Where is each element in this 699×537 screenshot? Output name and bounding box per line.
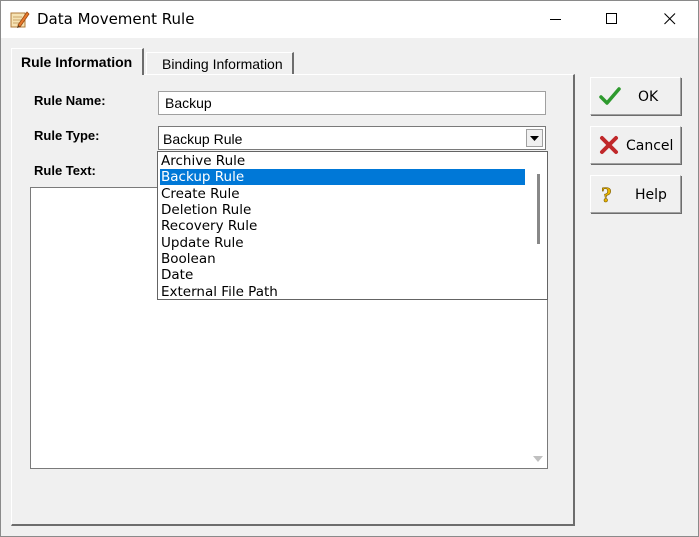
- dropdown-option-deletion-rule[interactable]: Deletion Rule: [160, 202, 525, 218]
- cancel-button-label: Cancel: [626, 138, 674, 154]
- maximize-icon: [606, 13, 617, 24]
- dropdown-option-archive-rule[interactable]: Archive Rule: [160, 153, 525, 169]
- question-mark-icon: ?: [599, 182, 617, 209]
- dropdown-option-update-rule[interactable]: Update Rule: [160, 235, 525, 251]
- cancel-button[interactable]: Cancel: [590, 126, 681, 164]
- rule-type-label: Rule Type:: [34, 128, 100, 143]
- dropdown-option-create-rule[interactable]: Create Rule: [160, 186, 525, 202]
- ok-button-label: OK: [638, 89, 659, 105]
- rule-name-input[interactable]: Backup: [158, 91, 546, 115]
- red-x-icon: [599, 135, 619, 158]
- chevron-down-icon: [530, 136, 539, 141]
- help-button-label: Help: [635, 187, 667, 203]
- title-bar: Data Movement Rule: [1, 1, 698, 38]
- pencil-notepad-icon: [10, 9, 30, 29]
- dropdown-option-boolean[interactable]: Boolean: [160, 251, 525, 267]
- rule-type-value: Backup Rule: [163, 131, 243, 147]
- rule-name-label: Rule Name:: [34, 93, 106, 108]
- minimize-button[interactable]: [533, 1, 579, 38]
- scroll-down-arrow-icon: [533, 456, 543, 462]
- dropdown-option-backup-rule[interactable]: Backup Rule: [160, 169, 525, 185]
- tab-rule-information[interactable]: Rule Information: [11, 48, 144, 75]
- minimize-icon: [550, 19, 561, 20]
- close-icon: [664, 13, 676, 25]
- window-title: Data Movement Rule: [37, 10, 195, 28]
- dropdown-scrollbar[interactable]: [530, 152, 547, 299]
- rule-type-select[interactable]: Backup Rule: [158, 126, 546, 150]
- ok-button[interactable]: OK: [590, 77, 681, 115]
- checkmark-icon: [599, 86, 621, 109]
- svg-text:?: ?: [601, 184, 612, 206]
- maximize-button[interactable]: [589, 1, 635, 38]
- dropdown-option-date[interactable]: Date: [160, 267, 525, 283]
- dropdown-option-recovery-rule[interactable]: Recovery Rule: [160, 218, 525, 234]
- rule-type-dropdown-button[interactable]: [526, 129, 543, 147]
- tab-binding-information[interactable]: Binding Information: [146, 52, 294, 74]
- rule-type-dropdown-list: Archive Rule Backup Rule Create Rule Del…: [157, 151, 548, 300]
- help-button[interactable]: ? Help: [590, 175, 681, 213]
- dialog-window: Data Movement Rule Rule Information Bind…: [0, 0, 699, 537]
- dropdown-scrollbar-thumb[interactable]: [537, 174, 540, 244]
- rule-text-label: Rule Text:: [34, 163, 96, 178]
- dropdown-option-external-file-path[interactable]: External File Path: [160, 284, 525, 299]
- close-button[interactable]: [647, 1, 693, 38]
